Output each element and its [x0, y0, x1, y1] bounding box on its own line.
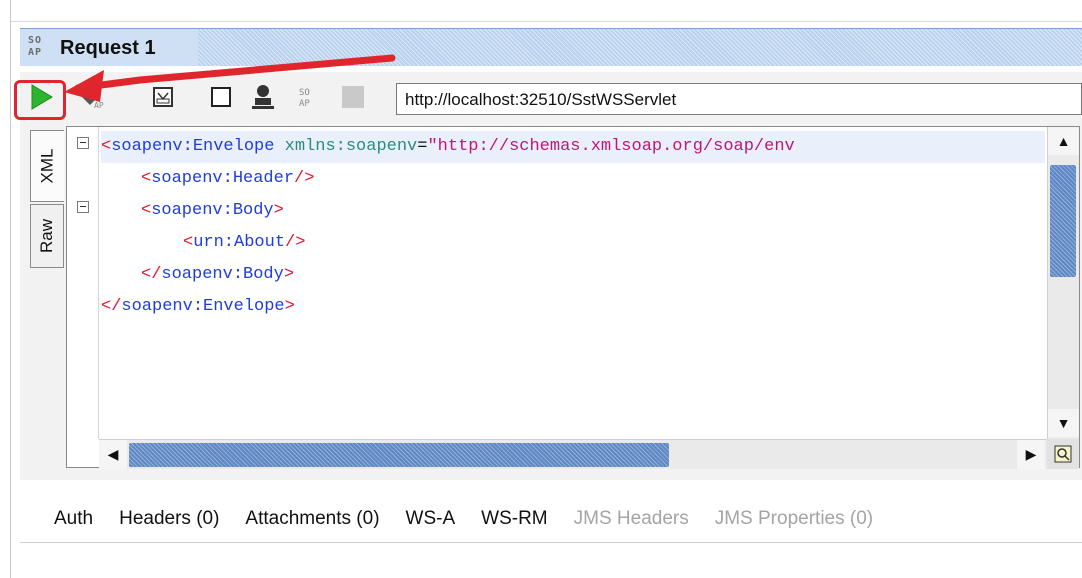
svg-text:AP: AP: [299, 99, 310, 109]
xml-editor[interactable]: <soapenv:Envelope xmlns:soapenv="http://…: [66, 126, 1080, 469]
magnifier-icon: [1054, 445, 1072, 463]
editor-gutter: [67, 127, 99, 439]
editor-view-tabs: XML Raw: [30, 130, 66, 280]
tab-attachments[interactable]: Attachments (0): [245, 508, 379, 530]
tab-xml-label: XML: [37, 148, 57, 184]
tab-ws-a[interactable]: WS-A: [406, 508, 456, 530]
clone-icon: [153, 87, 173, 107]
soap-icon: SO AP: [299, 88, 310, 109]
soap-format-button[interactable]: SO AP: [296, 84, 322, 110]
square-icon: [211, 87, 231, 107]
scroll-right-icon[interactable]: ▶: [1017, 440, 1045, 469]
tab-jms-headers: JMS Headers: [573, 508, 689, 529]
fold-envelope-icon[interactable]: [77, 137, 89, 149]
maximize-editor-button[interactable]: [208, 84, 234, 110]
vertical-scroll-thumb[interactable]: [1050, 165, 1076, 277]
scroll-down-icon[interactable]: ▼: [1048, 409, 1079, 437]
code-line: <soapenv:Header/>: [141, 169, 315, 188]
tab-auth[interactable]: Auth: [54, 508, 93, 530]
scroll-left-icon[interactable]: ◀: [99, 440, 127, 469]
tab-raw[interactable]: Raw: [30, 204, 64, 268]
top-strip: [11, 0, 1082, 22]
request-title: Request 1: [60, 37, 156, 59]
create-mock-button[interactable]: AP: [80, 84, 106, 110]
code-line: <urn:About/>: [183, 233, 306, 252]
bottom-divider: [20, 542, 1082, 543]
endpoint-url-field[interactable]: http://localhost:32510/SstWSServlet: [396, 83, 1082, 115]
soap-icon: SO AP: [28, 35, 54, 61]
horizontal-scrollbar[interactable]: ◀ ▶: [99, 439, 1047, 469]
svg-text:AP: AP: [94, 101, 104, 110]
code-line: </soapenv:Body>: [141, 265, 295, 284]
tab-raw-label: Raw: [37, 218, 57, 254]
code-line: <soapenv:Envelope xmlns:soapenv="http://…: [101, 131, 1045, 163]
request-title-bar[interactable]: SO AP Request 1: [20, 28, 1082, 66]
tab-jms-properties: JMS Properties (0): [714, 508, 874, 529]
fold-body-icon[interactable]: [77, 201, 89, 213]
code-line: </soapenv:Envelope>: [101, 297, 295, 316]
svg-text:SO: SO: [299, 88, 310, 98]
stop-request-button[interactable]: [340, 84, 366, 110]
vertical-scrollbar[interactable]: ▲ ▼: [1047, 127, 1079, 439]
horizontal-scroll-thumb[interactable]: [129, 443, 669, 467]
tab-xml[interactable]: XML: [30, 130, 64, 202]
tab-headers[interactable]: Headers (0): [119, 508, 219, 530]
request-bottom-tabs: Auth Headers (0) Attachments (0) WS-A WS…: [20, 496, 1082, 542]
scroll-up-icon[interactable]: ▲: [1048, 127, 1079, 155]
user-icon: [252, 85, 274, 109]
stop-icon: [342, 86, 364, 108]
xml-code[interactable]: <soapenv:Envelope xmlns:soapenv="http://…: [101, 127, 1045, 439]
clone-request-button[interactable]: [150, 84, 176, 110]
soap-badge-line-1: SO: [28, 35, 43, 46]
diamond-icon: AP: [82, 89, 104, 110]
tab-ws-rm[interactable]: WS-RM: [481, 508, 547, 530]
submit-highlight-box: [14, 80, 66, 120]
code-line: <soapenv:Body>: [141, 201, 284, 220]
soap-badge-line-2: AP: [28, 47, 43, 58]
user-auth-button[interactable]: [250, 84, 276, 110]
editor-corner[interactable]: [1047, 439, 1079, 469]
